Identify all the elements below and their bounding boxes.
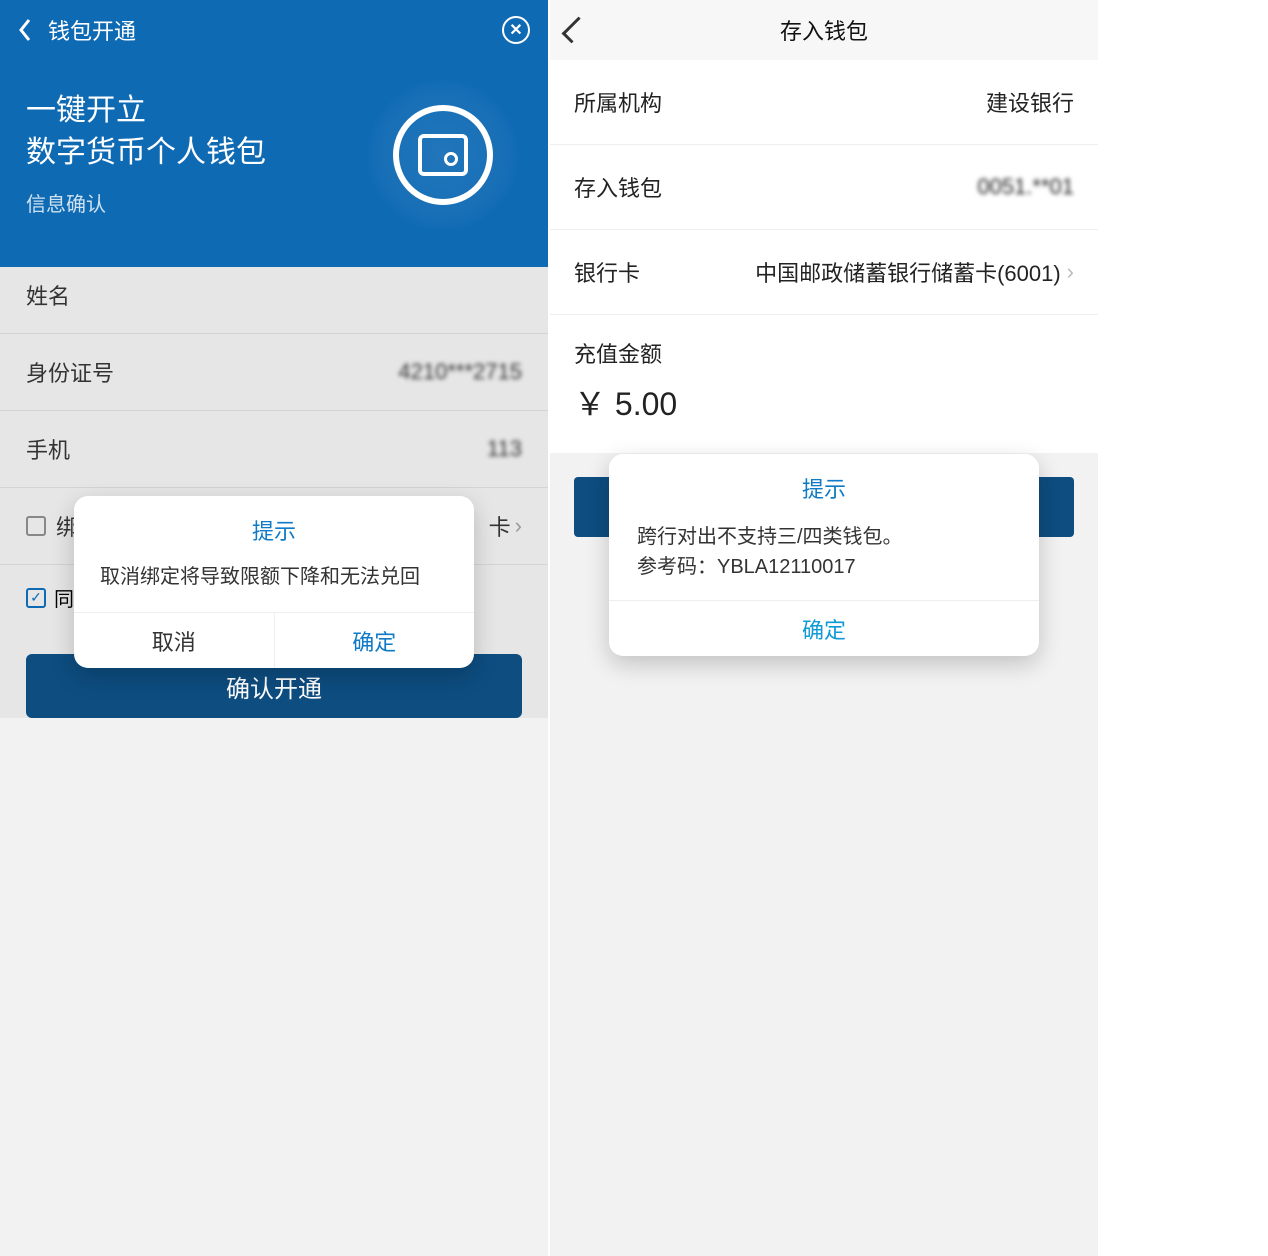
dialog-title: 提示 [609, 454, 1039, 512]
dialog-prompt: 提示 跨行对出不支持三/四类钱包。 参考码：YBLA12110017 确定 [609, 454, 1039, 656]
dialog-body: 取消绑定将导致限额下降和无法兑回 [74, 554, 474, 612]
dialog-overlay: 提示 取消绑定将导致限额下降和无法兑回 取消 确定 [0, 0, 548, 1256]
dialog-body-line2: 参考码：YBLA12110017 [637, 552, 1011, 582]
dialog-title: 提示 [74, 496, 474, 554]
screen-deposit-wallet: 存入钱包 所属机构 建设银行 存入钱包 0051.**01 银行卡 中国邮政储蓄… [550, 0, 1098, 1256]
dialog-body: 跨行对出不支持三/四类钱包。 参考码：YBLA12110017 [609, 512, 1039, 600]
dialog-body-line1: 跨行对出不支持三/四类钱包。 [637, 522, 1011, 552]
screen-wallet-open: 钱包开通 ✕ 一键开立 数字货币个人钱包 信息确认 姓名 身份证号 4210**… [0, 0, 548, 1256]
dialog-overlay: 提示 跨行对出不支持三/四类钱包。 参考码：YBLA12110017 确定 [550, 0, 1098, 1256]
dialog-cancel-button[interactable]: 取消 [74, 613, 275, 668]
dialog-actions: 取消 确定 [74, 612, 474, 668]
dialog-ok-button[interactable]: 确定 [275, 613, 475, 668]
dialog-prompt: 提示 取消绑定将导致限额下降和无法兑回 取消 确定 [74, 496, 474, 668]
dialog-ok-button[interactable]: 确定 [609, 600, 1039, 656]
